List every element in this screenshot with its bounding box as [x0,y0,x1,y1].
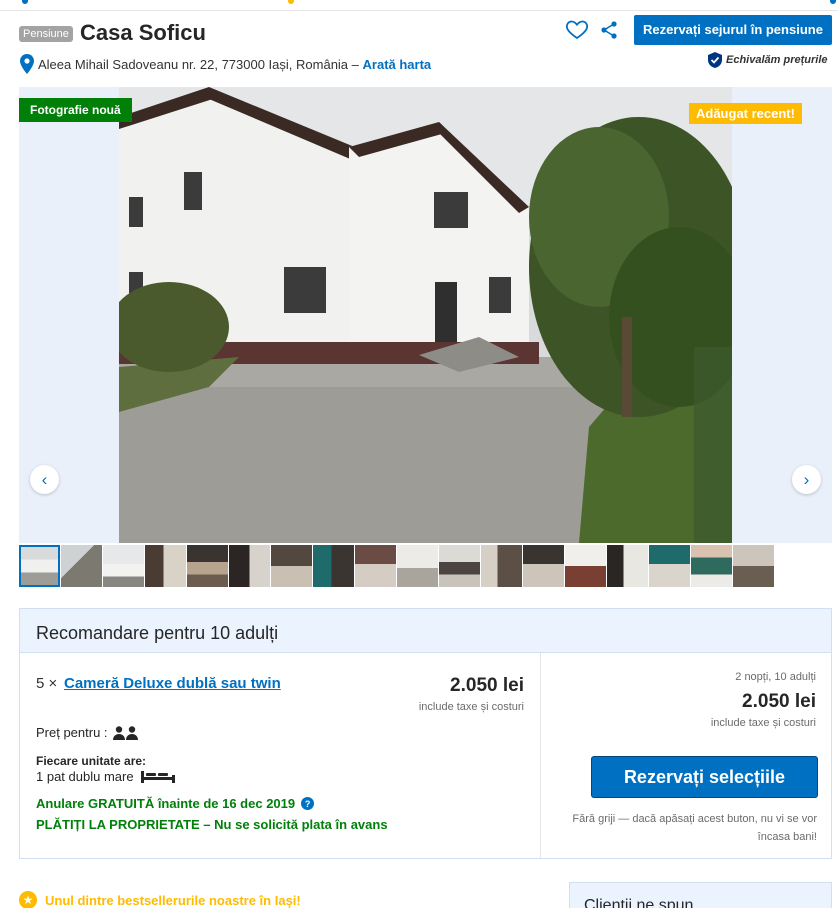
next-photo-button[interactable]: › [792,465,821,494]
help-icon[interactable]: ? [301,797,315,810]
price-match-text: Echivalăm prețurile [726,54,828,66]
stay-summary: 2 nopți, 10 adulți [735,671,816,683]
no-charge-note: Fără griji — dacă apăsați acest buton, n… [572,813,817,843]
heart-icon[interactable] [565,17,589,41]
pay-at-property: PLĂTIȚI LA PROPRIETATE – Nu se solicită … [36,817,388,832]
photo-thumbnail[interactable] [523,545,564,587]
room-price: 2.050 lei [450,675,524,696]
photo-thumbnail[interactable] [229,545,270,587]
new-photo-tag: Fotografie nouă [19,98,132,122]
reserve-selections-button[interactable]: Rezervați selecțiile [592,757,817,797]
photo-thumbnail[interactable] [313,545,354,587]
side-box-title: Clienții ne spun... [584,897,707,908]
photo-thumbnail[interactable] [355,545,396,587]
photo-thumbnail[interactable] [187,545,228,587]
room-details: 5 × Cameră Deluxe dublă sau twin 2.050 l… [20,653,541,858]
address-line: Aleea Mihail Sadoveanu nr. 22, 773000 Ia… [38,57,431,72]
share-icon[interactable] [599,20,619,40]
tab-indicator [22,0,28,4]
photo-thumbnail[interactable] [565,545,606,587]
shield-check-icon [708,52,722,68]
recently-added-tag: Adăugat recent! [689,103,802,124]
star-icon: ★ [19,891,37,908]
chevron-left-icon: ‹ [41,469,48,489]
price-for-row: Preț pentru : [36,725,140,740]
property-title: Casa Soficu [80,20,206,45]
bed-text: 1 pat dublu mare [36,769,134,784]
thumbnail-strip [19,545,774,587]
map-pin-icon [20,54,34,74]
main-photo[interactable] [119,87,732,543]
address-text: Aleea Mihail Sadoveanu nr. 22, 773000 Ia… [38,57,349,72]
cancellation-text: Anulare GRATUITĂ înainte de 16 dec 2019 [36,796,296,811]
total-price: 2.050 lei [742,691,816,712]
photo-thumbnail[interactable] [733,545,774,587]
bestseller-banner: ★ Unul dintre bestsellerurile noastre în… [19,891,301,908]
photo-thumbnail[interactable] [481,545,522,587]
bestseller-text: Unul dintre bestsellerurile noastre în I… [45,892,301,908]
top-strip [0,0,838,11]
price-for-label: Preț pentru : [36,725,108,740]
photo-thumbnail[interactable] [397,545,438,587]
property-type-badge: Pensiune [19,26,73,42]
chevron-right-icon: › [803,469,810,489]
photo-thumbnail[interactable] [691,545,732,587]
photo-thumbnail[interactable] [145,545,186,587]
prev-photo-button[interactable]: ‹ [30,465,59,494]
price-match-badge[interactable]: Echivalăm prețurile [708,52,828,68]
photo-thumbnail[interactable] [61,545,102,587]
photo-thumbnail[interactable] [19,545,60,587]
photo-thumbnail[interactable] [271,545,312,587]
booking-summary: 2 nopți, 10 adulți 2.050 lei include tax… [542,653,832,858]
total-tax-note: include taxe și costuri [710,717,816,729]
photo-thumbnail[interactable] [103,545,144,587]
room-name-link[interactable]: Cameră Deluxe dublă sau twin [64,675,281,692]
photo-thumbnail[interactable] [607,545,648,587]
unit-features-title: Fiecare unitate are: [36,754,147,768]
photo-thumbnail[interactable] [649,545,690,587]
tab-indicator [830,0,836,4]
recommendation-heading: Recomandare pentru 10 adulți [20,609,831,653]
bed-row: 1 pat dublu mare [36,769,176,784]
show-map-link[interactable]: Arată harta [363,57,432,72]
reserve-stay-button[interactable]: Rezervați sejurul în pensiune [634,15,832,45]
two-persons-icon [112,725,138,740]
photo-thumbnail[interactable] [439,545,480,587]
photo-gallery[interactable]: Fotografie nouă Adăugat recent! ‹ › [19,87,832,543]
free-cancellation: Anulare GRATUITĂ înainte de 16 dec 2019 … [36,796,315,811]
recommendation-panel: Recomandare pentru 10 adulți 5 × Cameră … [19,608,832,859]
tab-indicator [288,0,294,4]
reviews-side-box: Clienții ne spun... [569,882,832,908]
double-bed-icon [140,770,175,783]
room-quantity: 5 × [36,675,58,692]
room-tax-note: include taxe și costuri [418,701,524,713]
address-separator: – [348,57,363,72]
